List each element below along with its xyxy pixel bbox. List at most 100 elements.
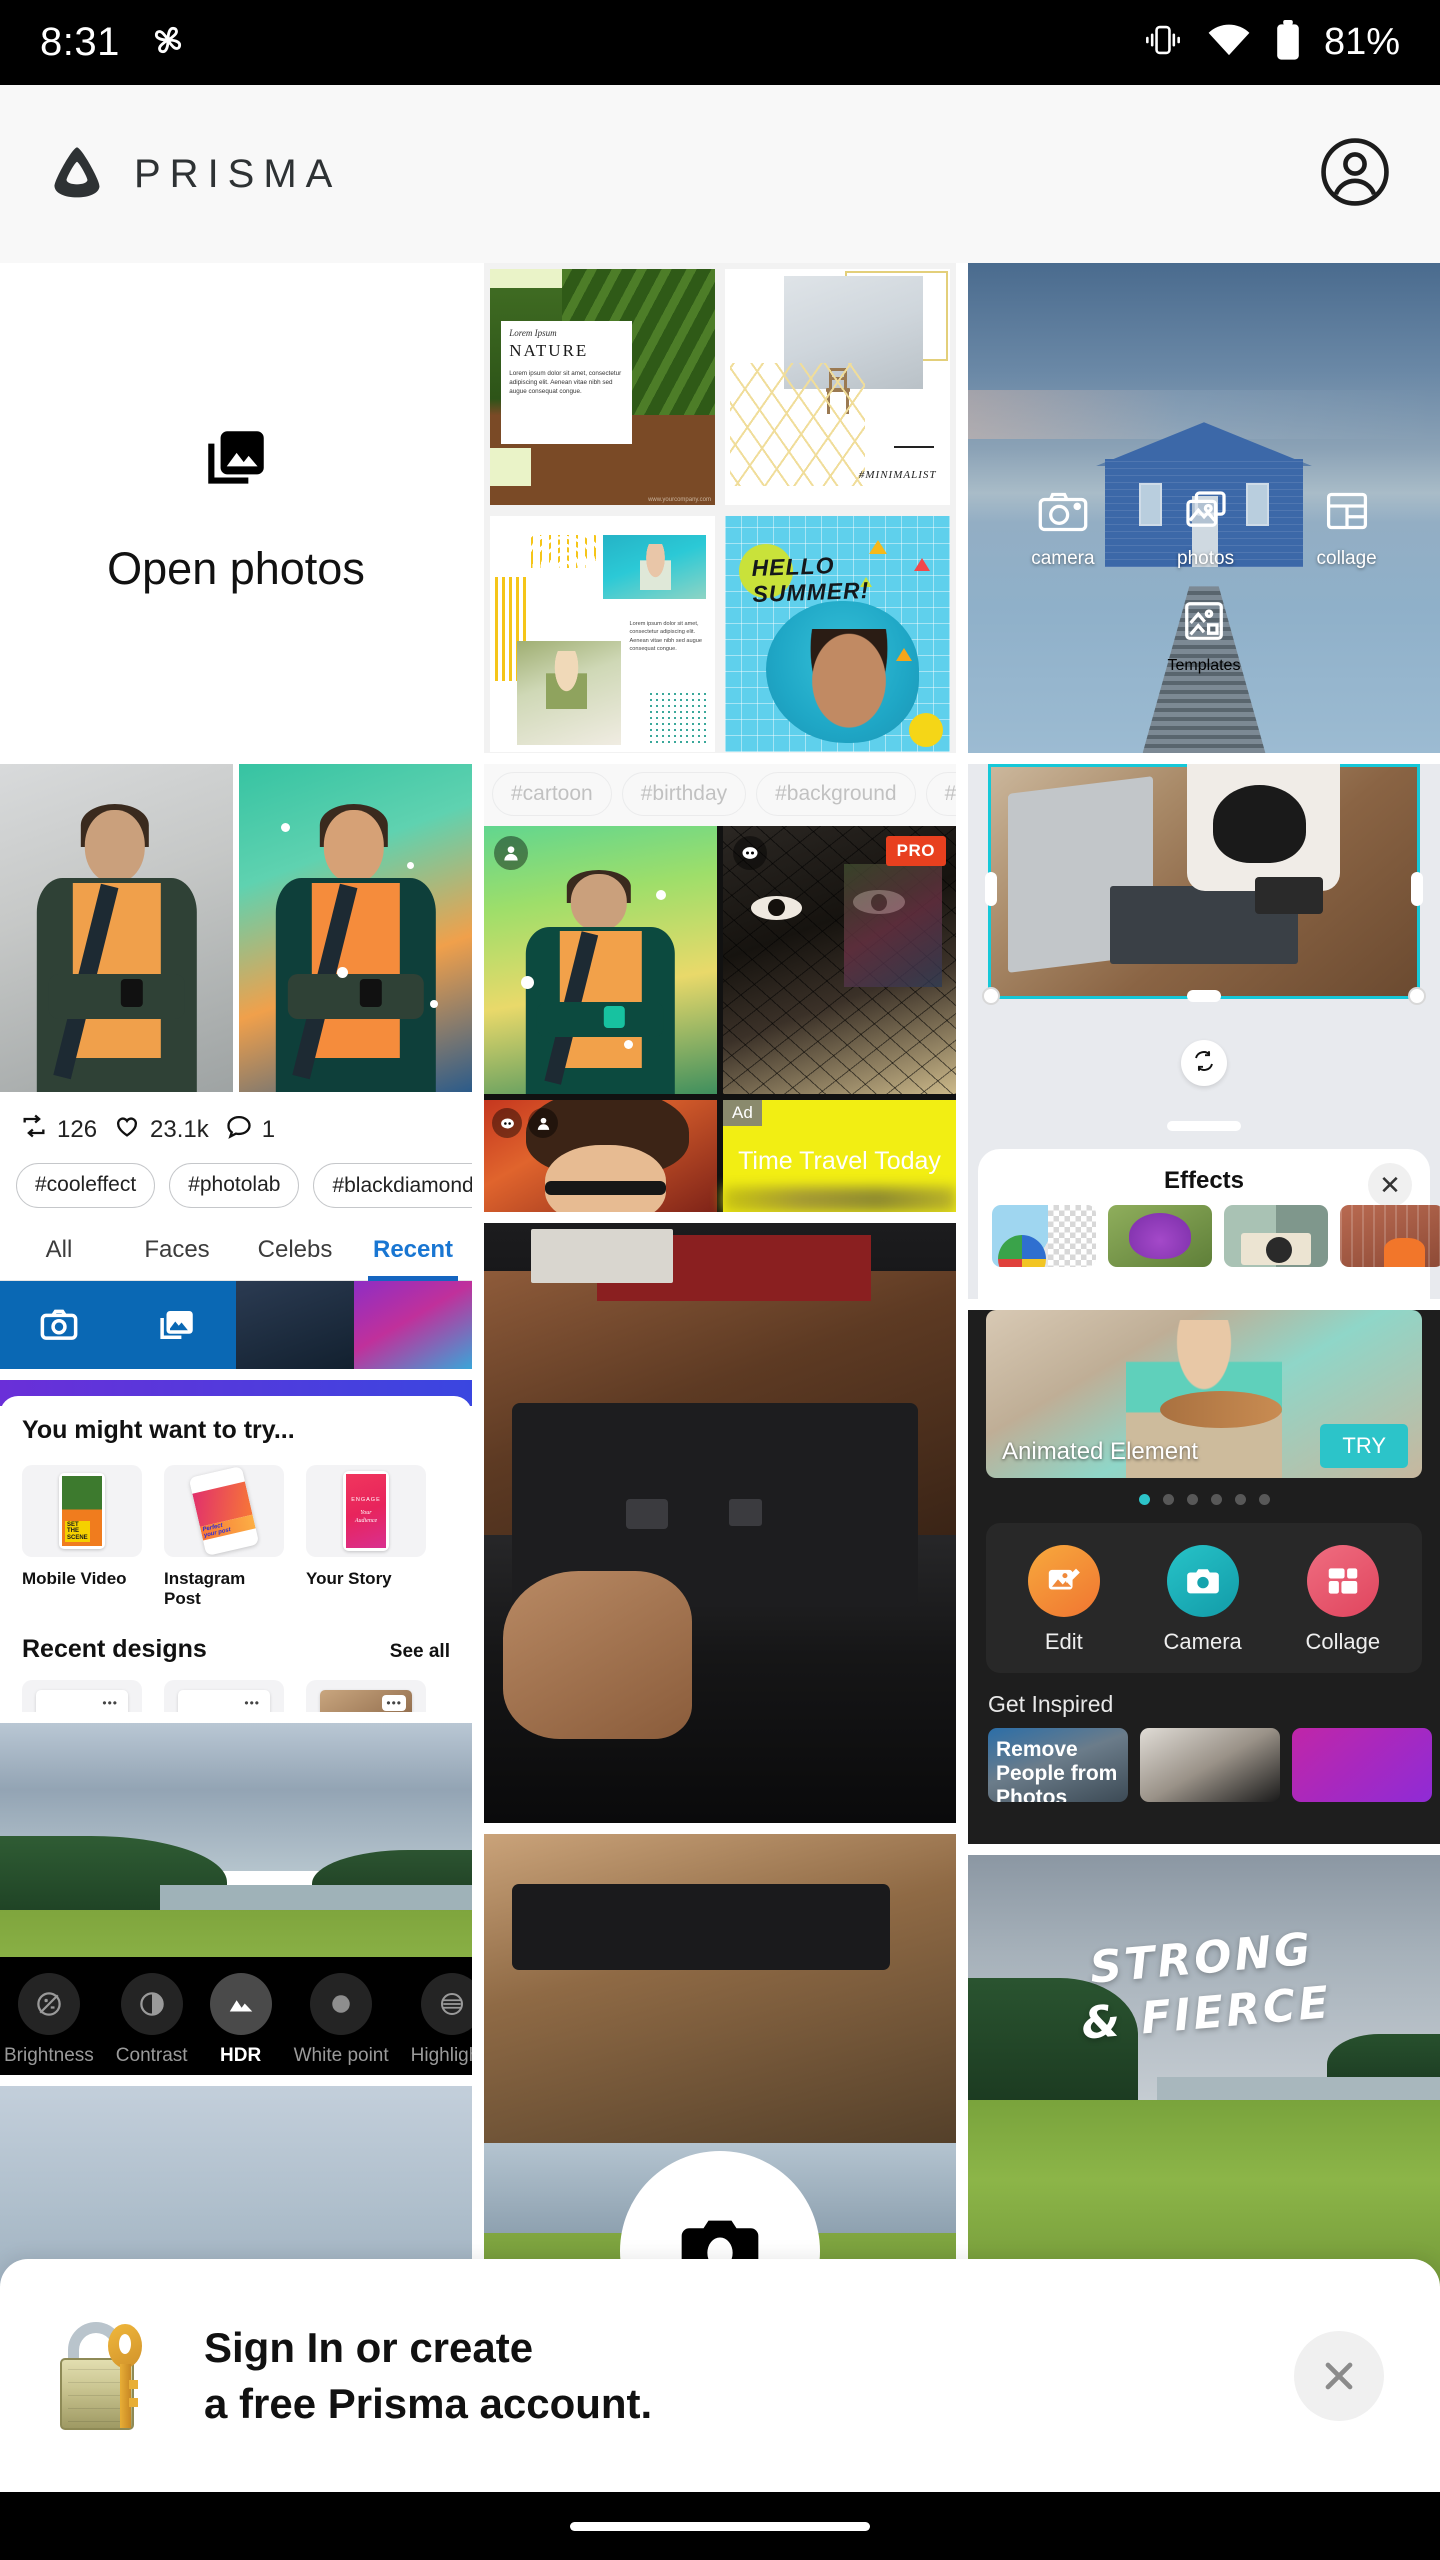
close-icon[interactable]: ✕ [1368, 1163, 1412, 1207]
film-camera[interactable] [1224, 1205, 1328, 1267]
hashtag-chip[interactable]: #background [756, 772, 916, 816]
carousel-dot[interactable] [1258, 1494, 1270, 1505]
ad-tile[interactable]: Ad Time Travel Today [723, 1100, 956, 1212]
tab-faces[interactable]: Faces [118, 1222, 236, 1280]
design-suggestions-card[interactable]: You might want to try... SET THE SCENE Mob… [0, 1380, 472, 1712]
effects-thumbnail-row[interactable] [978, 1205, 1440, 1267]
try-item-mobile-video[interactable]: SET THE SCENE Mobile Video [22, 1465, 142, 1609]
quick-action-collage[interactable]: Collage [1306, 1545, 1380, 1655]
boathouse-action-templates[interactable]: Templates [968, 598, 1440, 675]
boathouse-card[interactable]: camera photos collage Templates [968, 263, 1440, 753]
try-item-row[interactable]: SET THE SCENE Mobile Video Perfect your pos… [22, 1465, 450, 1609]
social-effects-card[interactable]: 126 23.1k 1 #cooleffect #photolab #black… [0, 764, 472, 1369]
recent-design-item[interactable]: ••• [306, 1680, 426, 1712]
effect-hashtag-row[interactable]: #cartoon #birthday #background #love [484, 764, 956, 826]
template-nature[interactable]: Lorem Ipsum NATURE Lorem ipsum dolor sit… [490, 269, 715, 505]
engage-your-audience-phone: ENGAGE Your Audience [306, 1465, 426, 1557]
more-horizontal-icon[interactable]: ••• [382, 1695, 406, 1711]
street-portrait[interactable] [1340, 1205, 1440, 1267]
adjust-hdr[interactable]: HDR [209, 1973, 272, 2067]
try-item-label: Your Story [306, 1569, 392, 1588]
effect-tile-fantasy[interactable] [484, 826, 717, 1094]
strong-fierce-card[interactable]: STRONG & FIERCE [968, 1855, 1440, 2327]
sheet-drag-handle[interactable] [1167, 1121, 1241, 1131]
hashtag-chip[interactable]: #love [925, 772, 956, 816]
keyboard-photo-card[interactable] [484, 1223, 956, 1823]
home-pill-indicator[interactable] [570, 2521, 870, 2531]
tab-celebs[interactable]: Celebs [236, 1222, 354, 1280]
get-inspired-item[interactable] [1140, 1728, 1280, 1802]
purple-flower[interactable] [1108, 1205, 1212, 1267]
try-item-your-story[interactable]: ENGAGE Your Audience Your Story [306, 1465, 426, 1609]
boathouse-action-collage[interactable]: collage [1317, 488, 1377, 570]
tab-all[interactable]: All [0, 1222, 118, 1280]
carousel-dot[interactable] [1138, 1494, 1150, 1505]
carousel-dots[interactable] [968, 1494, 1440, 1505]
carousel-dot[interactable] [1186, 1494, 1198, 1505]
hashtag-chip[interactable]: #blackdiamond❤ [313, 1163, 472, 1208]
get-inspired-item[interactable]: Remove People from Photos [988, 1728, 1128, 1802]
movie-poster-thumb[interactable] [236, 1281, 354, 1369]
template-minimalist[interactable]: #MINIMALIST [725, 269, 950, 505]
recent-thumbnail-row[interactable] [0, 1281, 472, 1369]
effect-tiles-card[interactable]: #cartoon #birthday #background #love [484, 764, 956, 1212]
boathouse-action-camera[interactable]: camera [1031, 488, 1095, 570]
account-circle-icon[interactable] [1318, 135, 1392, 214]
adjust-contrast[interactable]: Contrast [116, 1973, 188, 2067]
perfect-your-post-phone: Perfect your post [164, 1465, 284, 1557]
more-horizontal-icon[interactable]: ••• [240, 1695, 264, 1711]
get-inspired-row[interactable]: Remove People from Photos [988, 1728, 1440, 1802]
quick-action-camera[interactable]: Camera [1164, 1545, 1242, 1655]
adjust-toolbar[interactable]: Brightness Contrast HDR White point High… [0, 1957, 472, 2075]
hashtag-chip[interactable]: #photolab [169, 1163, 300, 1208]
adjust-highlights[interactable]: Highlights [411, 1973, 472, 2067]
adjust-row[interactable]: Brightness Contrast HDR White point High… [0, 1957, 472, 2067]
hashtag-chip[interactable]: #cooleffect [16, 1163, 156, 1208]
carousel-dot[interactable] [1234, 1494, 1246, 1505]
sign-in-banner[interactable]: Sign In or create a free Prisma account. [0, 2259, 1440, 2492]
gallery-thumb[interactable] [118, 1281, 236, 1369]
more-horizontal-icon[interactable]: ••• [98, 1695, 122, 1711]
tab-recent[interactable]: Recent [354, 1222, 472, 1281]
try-item-instagram-post[interactable]: Perfect your post Instagram Post [164, 1465, 284, 1609]
collage-icon [1306, 1545, 1379, 1617]
recent-design-item[interactable]: ••• [22, 1680, 142, 1712]
effect-tile-cracked-face[interactable]: PRO [723, 826, 956, 1094]
carousel-dot[interactable] [1210, 1494, 1222, 1505]
open-photos-card[interactable]: Open photos [0, 263, 472, 753]
editor-canvas[interactable] [982, 764, 1426, 1005]
boathouse-action-photos[interactable]: photos [1177, 488, 1234, 570]
template-hello-summer[interactable]: HELLO SUMMER! [725, 516, 950, 752]
hashtag-chip-row[interactable]: #cooleffect #photolab #blackdiamond❤ [0, 1155, 472, 1222]
camera-thumb[interactable] [0, 1281, 118, 1369]
landscape-adjust-card[interactable]: Brightness Contrast HDR White point High… [0, 1723, 472, 2075]
carousel-dot[interactable] [1162, 1494, 1174, 1505]
neon-portrait-thumb[interactable] [354, 1281, 472, 1369]
dark-home-card[interactable]: Animated Element TRY Edit Camera Collage… [968, 1310, 1440, 1844]
quick-actions[interactable]: Edit Camera Collage [986, 1523, 1422, 1673]
effects-sheet[interactable]: Effects ✕ [978, 1149, 1440, 1299]
hero-try-button[interactable]: TRY [1320, 1424, 1408, 1468]
hashtag-chip[interactable]: #cartoon [492, 772, 612, 816]
close-x-icon[interactable] [1294, 2330, 1384, 2421]
templates-grid-card[interactable]: Lorem Ipsum NATURE Lorem ipsum dolor sit… [484, 263, 956, 753]
recent-designs-row[interactable]: ••• ••• ••• [22, 1680, 450, 1712]
adjust-brightness[interactable]: Brightness [4, 1973, 94, 2067]
animated-element-hero[interactable]: Animated Element TRY [986, 1310, 1422, 1478]
quick-action-label: Edit [1044, 1629, 1083, 1654]
get-inspired-item[interactable] [1292, 1728, 1432, 1802]
boathouse-actions[interactable]: camera photos collage Templates [968, 488, 1440, 675]
adjust-white-point[interactable]: White point [294, 1973, 389, 2067]
category-tabs[interactable]: All Faces Celebs Recent [0, 1222, 472, 1281]
effect-tile-portrait[interactable] [484, 1100, 717, 1212]
quick-action-edit[interactable]: Edit [1027, 1545, 1100, 1655]
photo-editor-card[interactable]: Effects ✕ [968, 764, 1440, 1299]
see-all-link[interactable]: See all [390, 1641, 450, 1663]
template-nature-eyebrow: Lorem Ipsum [509, 327, 557, 338]
grid-column-1: Open photos 126 23.1k 1 #cooleffect #pho… [0, 263, 472, 2307]
hashtag-chip[interactable]: #birthday [621, 772, 747, 816]
rotate-button[interactable] [1181, 1040, 1227, 1086]
template-summer-woman[interactable]: Lorem ipsum dolor sit amet, consectetur … [490, 516, 715, 752]
beachball-cutout[interactable] [992, 1205, 1096, 1267]
recent-design-item[interactable]: ••• [164, 1680, 284, 1712]
